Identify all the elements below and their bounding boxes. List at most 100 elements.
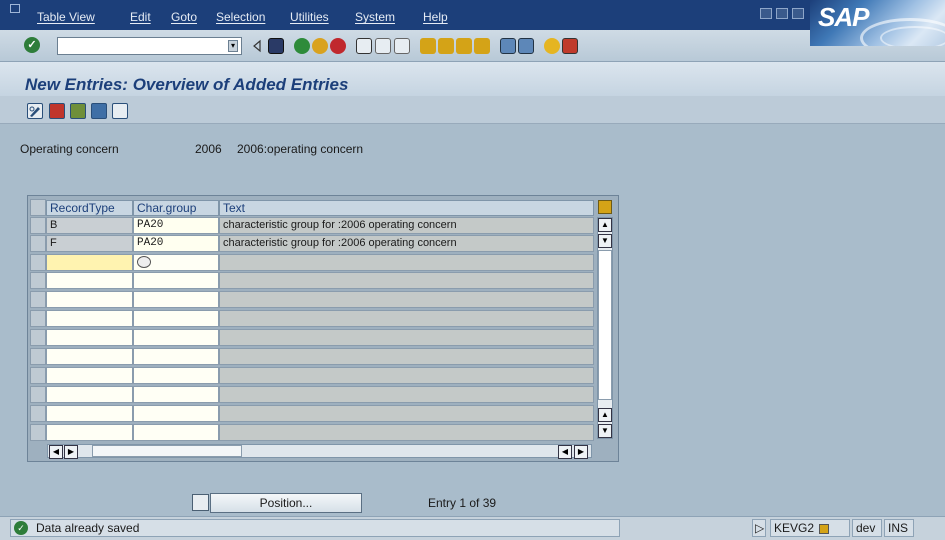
menu-goto[interactable]: Goto	[171, 10, 197, 24]
row-selector[interactable]	[30, 367, 46, 384]
position-button[interactable]: Position...	[210, 493, 362, 513]
input-cell-recordtype[interactable]	[46, 424, 133, 441]
row-selector[interactable]	[30, 405, 46, 422]
input-cell-recordtype[interactable]	[46, 310, 133, 327]
history-dropdown-icon[interactable]: ▾	[228, 40, 238, 52]
layout-menu-icon[interactable]	[562, 38, 578, 54]
find-icon[interactable]	[375, 38, 391, 54]
input-cell-chargroup[interactable]	[133, 424, 219, 441]
next-page-icon[interactable]	[456, 38, 472, 54]
scroll-down-icon[interactable]: ▼	[598, 424, 612, 438]
table-row-chargroup[interactable]: PA20	[133, 217, 219, 234]
input-cell-chargroup[interactable]	[133, 348, 219, 365]
operating-concern-description: 2006:operating concern	[237, 142, 364, 156]
select-block-icon[interactable]	[91, 103, 107, 119]
vertical-scroll-thumb[interactable]	[598, 250, 612, 400]
pencil-icon[interactable]	[27, 103, 43, 119]
previous-page-icon[interactable]	[438, 38, 454, 54]
back-icon[interactable]	[294, 38, 310, 54]
scroll-left-icon[interactable]: ◀	[558, 445, 572, 459]
server-info-icon[interactable]	[819, 523, 830, 534]
search-help-icon[interactable]	[137, 256, 151, 268]
column-header-text[interactable]: Text	[219, 200, 594, 216]
cancel-icon[interactable]	[330, 38, 346, 54]
scroll-right-icon[interactable]: ▶	[574, 445, 588, 459]
status-mode[interactable]: INS	[884, 519, 914, 537]
maximize-button[interactable]	[776, 8, 788, 19]
table-row-text	[219, 424, 594, 441]
scroll-up-icon[interactable]: ▲	[598, 218, 612, 232]
exit-icon[interactable]	[312, 38, 328, 54]
input-cell-recordtype[interactable]	[46, 405, 133, 422]
table-row-text[interactable]: characteristic group for :2006 operating…	[219, 235, 594, 252]
row-selector[interactable]	[30, 217, 46, 234]
scroll-up-icon[interactable]: ▲	[598, 408, 612, 422]
table-row-text[interactable]: characteristic group for :2006 operating…	[219, 217, 594, 234]
last-page-icon[interactable]	[474, 38, 490, 54]
menu-edit[interactable]: Edit	[130, 10, 151, 24]
arrow-left-icon[interactable]	[252, 38, 262, 54]
page-title: New Entries: Overview of Added Entries	[25, 75, 349, 94]
row-selector[interactable]	[30, 235, 46, 252]
column-header-chargroup[interactable]: Char.group	[133, 200, 219, 216]
menu-selection[interactable]: Selection	[216, 10, 265, 24]
help-icon[interactable]	[544, 38, 560, 54]
input-cell-recordtype[interactable]	[46, 367, 133, 384]
table-settings-icon[interactable]	[598, 200, 612, 214]
table-row-recordtype[interactable]: B	[46, 217, 133, 234]
minimize-button[interactable]	[760, 8, 772, 19]
deselect-all-icon[interactable]	[112, 103, 128, 119]
column-header-recordtype[interactable]: RecordType	[46, 200, 133, 216]
command-field[interactable]: ▾	[57, 37, 242, 55]
status-transaction: KEVG2	[770, 519, 850, 537]
input-cell-recordtype[interactable]	[46, 291, 133, 308]
input-cell-recordtype[interactable]	[46, 272, 133, 289]
input-cell-recordtype[interactable]	[46, 254, 133, 271]
row-selector[interactable]	[30, 310, 46, 327]
input-cell-chargroup[interactable]	[133, 329, 219, 346]
row-selector[interactable]	[30, 424, 46, 441]
input-cell-chargroup[interactable]	[133, 310, 219, 327]
menu-system[interactable]: System	[355, 10, 395, 24]
shortcut-icon[interactable]	[518, 38, 534, 54]
delete-icon[interactable]	[49, 103, 65, 119]
input-cell-recordtype[interactable]	[46, 348, 133, 365]
input-cell-chargroup[interactable]	[133, 254, 219, 271]
row-selector[interactable]	[30, 291, 46, 308]
scroll-down-icon[interactable]: ▼	[598, 234, 612, 248]
entry-counter: Entry 1 of 39	[428, 496, 497, 510]
table-row-recordtype[interactable]: F	[46, 235, 133, 252]
table-row-text	[219, 367, 594, 384]
horizontal-scroll-thumb[interactable]	[92, 445, 242, 457]
input-cell-chargroup[interactable]	[133, 272, 219, 289]
row-selector[interactable]	[30, 254, 46, 271]
select-all-icon[interactable]	[70, 103, 86, 119]
input-cell-chargroup[interactable]	[133, 291, 219, 308]
row-selector[interactable]	[30, 386, 46, 403]
check-icon[interactable]: ✓	[24, 37, 40, 53]
menu-table-view[interactable]: Table View	[37, 10, 95, 24]
scroll-right-icon[interactable]: ▶	[64, 445, 78, 459]
menu-help[interactable]: Help	[423, 10, 448, 24]
system-menu-icon[interactable]	[10, 4, 20, 13]
input-cell-chargroup[interactable]	[133, 367, 219, 384]
input-cell-chargroup[interactable]	[133, 405, 219, 422]
row-selector[interactable]	[30, 272, 46, 289]
status-expand-icon[interactable]: ▷	[752, 519, 766, 537]
scroll-left-icon[interactable]: ◀	[49, 445, 63, 459]
close-button[interactable]	[792, 8, 804, 19]
first-page-icon[interactable]	[420, 38, 436, 54]
input-cell-chargroup[interactable]	[133, 386, 219, 403]
position-icon[interactable]	[192, 494, 209, 511]
table-row-chargroup[interactable]: PA20	[133, 235, 219, 252]
save-icon[interactable]	[268, 38, 284, 54]
input-cell-recordtype[interactable]	[46, 386, 133, 403]
print-icon[interactable]	[356, 38, 372, 54]
find-next-icon[interactable]	[394, 38, 410, 54]
create-session-icon[interactable]	[500, 38, 516, 54]
menu-utilities[interactable]: Utilities	[290, 10, 329, 24]
row-selector[interactable]	[30, 348, 46, 365]
row-selector[interactable]	[30, 329, 46, 346]
input-cell-recordtype[interactable]	[46, 329, 133, 346]
select-all-rows[interactable]	[30, 199, 46, 216]
